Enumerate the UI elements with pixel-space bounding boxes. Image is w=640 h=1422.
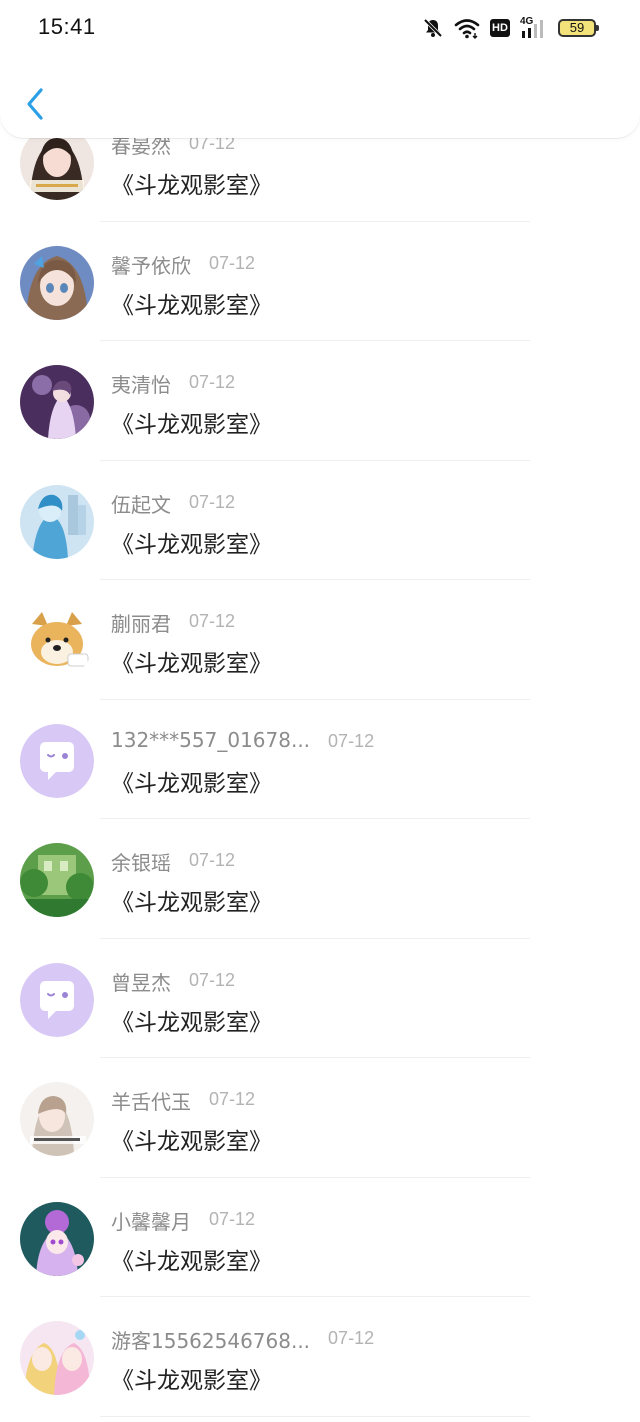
bell-muted-icon: [422, 17, 444, 39]
avatar[interactable]: [20, 1321, 94, 1395]
message-date: 07-12: [328, 1328, 375, 1348]
message-date: 07-12: [209, 1089, 256, 1109]
avatar[interactable]: [20, 723, 94, 798]
sender-name: 小馨馨月: [111, 1209, 191, 1234]
message-item[interactable]: 游客15562546768... 07-12 《斗龙观影室》: [0, 1297, 640, 1417]
message-date: 07-12: [189, 372, 236, 392]
sender-name: 羊舌代玉: [111, 1090, 191, 1114]
message-text: 《斗龙观影室》: [111, 651, 272, 677]
message-text: 《斗龙观影室》: [111, 173, 272, 199]
back-button[interactable]: [18, 82, 52, 126]
message-text: 《斗龙观影室》: [111, 412, 272, 438]
sender-name: 游客15562546768...: [111, 1329, 311, 1353]
sender-name: 蒯丽君: [111, 612, 171, 636]
signal-4g-icon: 4G: [520, 16, 548, 39]
message-item[interactable]: 132***557_01678... 07-12 《斗龙观影室》: [0, 700, 640, 819]
battery-icon: 59: [558, 19, 599, 37]
message-text: 《斗龙观影室》: [111, 292, 272, 319]
message-date: 07-12: [209, 1208, 256, 1229]
sender-name: 馨予依欣: [111, 253, 191, 278]
message-item[interactable]: 馨予依欣 07-12 《斗龙观影室》: [0, 222, 640, 341]
avatar[interactable]: [20, 1201, 94, 1276]
sender-name: 曾昱杰: [111, 970, 171, 995]
header: 15:41 HD 4G 59: [0, 0, 640, 138]
message-text: 《斗龙观影室》: [111, 1129, 272, 1155]
message-item[interactable]: 伍起文 07-12 《斗龙观影室》: [0, 461, 640, 580]
status-icons: HD 4G 59: [422, 16, 599, 40]
avatar[interactable]: [20, 962, 94, 1037]
message-item[interactable]: 羊舌代玉 07-12 《斗龙观影室》: [0, 1058, 640, 1178]
sender-name: 132***557_01678...: [111, 727, 311, 752]
message-date: 07-12: [328, 730, 375, 751]
avatar[interactable]: [20, 365, 94, 439]
avatar[interactable]: [20, 843, 94, 917]
message-text: 《斗龙观影室》: [111, 890, 272, 916]
message-date: 07-12: [189, 969, 236, 990]
message-date: 07-12: [209, 252, 256, 273]
avatar[interactable]: [20, 484, 94, 559]
screen: 春晏然 07-12 《斗龙观影室》 馨予依欣 07-12 《斗龙观影室》 夷清怡 07-1…: [0, 0, 640, 1422]
sender-name: 伍起文: [111, 492, 171, 517]
message-text: 《斗龙观影室》: [111, 531, 272, 558]
sender-name: 夷清怡: [111, 373, 171, 397]
message-date: 07-12: [189, 850, 236, 870]
sender-name: 余银瑶: [111, 851, 171, 875]
message-text: 《斗龙观影室》: [111, 1009, 272, 1036]
message-item[interactable]: 小馨馨月 07-12 《斗龙观影室》: [0, 1178, 640, 1297]
avatar[interactable]: [20, 604, 94, 678]
avatar[interactable]: [20, 245, 94, 320]
status-time: 15:41: [38, 14, 96, 39]
status-bar: 15:41 HD 4G 59: [0, 0, 640, 60]
avatar[interactable]: [20, 1082, 94, 1156]
message-item[interactable]: 余银瑶 07-12 《斗龙观影室》: [0, 819, 640, 939]
divider: [100, 1415, 530, 1417]
message-date: 07-12: [189, 491, 236, 512]
message-date: 07-12: [189, 611, 236, 631]
message-item[interactable]: 夷清怡 07-12 《斗龙观影室》: [0, 341, 640, 461]
message-text: 《斗龙观影室》: [111, 1248, 272, 1275]
message-item[interactable]: 蒯丽君 07-12 《斗龙观影室》: [0, 580, 640, 700]
battery-level: 59: [569, 20, 585, 35]
message-list[interactable]: 春晏然 07-12 《斗龙观影室》 馨予依欣 07-12 《斗龙观影室》 夷清怡 07-1…: [0, 102, 640, 1417]
chevron-left-icon: [27, 88, 43, 120]
wifi-icon: [454, 17, 480, 39]
message-text: 《斗龙观影室》: [111, 1368, 272, 1394]
hd-icon: HD: [490, 19, 510, 37]
message-item[interactable]: 曾昱杰 07-12 《斗龙观影室》: [0, 939, 640, 1058]
message-text: 《斗龙观影室》: [111, 770, 272, 797]
